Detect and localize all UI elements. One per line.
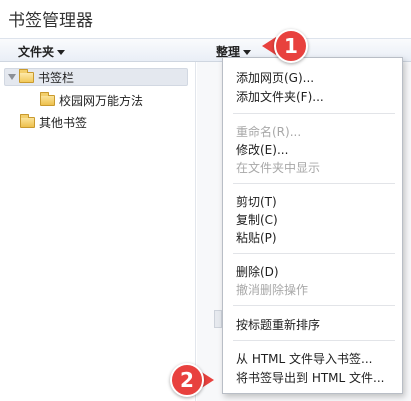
step-badge-2: 2 <box>170 363 204 397</box>
tree-item-other-bookmarks[interactable]: 其他书签 <box>20 113 87 131</box>
menu-item-paste[interactable]: 粘贴(P) <box>236 229 277 246</box>
tree-item-label: 校园网万能方法 <box>59 93 144 108</box>
scrollbar-stub[interactable] <box>214 310 222 328</box>
menu-item-undo-delete[interactable]: 撤消删除操作 <box>236 281 308 298</box>
step-badge-1: 1 <box>274 29 308 63</box>
menu-item-add-folder[interactable]: 添加文件夹(F)... <box>236 88 324 105</box>
folder-tree: 书签栏 校园网万能方法 其他书签 <box>0 62 196 401</box>
menu-divider <box>233 340 395 341</box>
menu-divider <box>233 183 395 184</box>
menu-divider <box>233 305 395 306</box>
menu-divider <box>233 253 395 254</box>
menu-item-import-html[interactable]: 从 HTML 文件导入书签... <box>236 350 372 367</box>
folder-open-icon <box>19 68 34 83</box>
menu-item-sort-by-title[interactable]: 按标题重新排序 <box>236 316 320 333</box>
menu-item-copy[interactable]: 复制(C) <box>236 211 278 228</box>
menu-item-export-html[interactable]: 将书签导出到 HTML 文件... <box>236 369 384 386</box>
tree-item-label: 其他书签 <box>39 115 88 130</box>
expand-arrow-icon[interactable] <box>8 74 16 80</box>
page-title: 书签管理器 <box>8 11 93 31</box>
chevron-down-icon <box>57 50 66 55</box>
chevron-down-icon <box>243 50 252 55</box>
menu-item-add-page[interactable]: 添加网页(G)... <box>236 69 314 86</box>
menu-item-show-in-folder[interactable]: 在文件夹中显示 <box>236 159 320 176</box>
organize-dropdown-menu: 添加网页(G)... 添加文件夹(F)... 重命名(R)... 修改(E)..… <box>222 57 403 394</box>
menu-divider <box>233 113 395 114</box>
menu-item-rename[interactable]: 重命名(R)... <box>236 123 301 140</box>
tree-item-label: 书签栏 <box>38 70 75 85</box>
folders-menu-button[interactable]: 文件夹 <box>18 43 66 60</box>
menu-item-edit[interactable]: 修改(E)... <box>236 141 288 158</box>
folder-icon <box>20 113 35 128</box>
menu-item-delete[interactable]: 删除(D) <box>236 263 279 280</box>
tree-item-campus-network[interactable]: 校园网万能方法 <box>40 91 143 109</box>
menu-item-cut[interactable]: 剪切(T) <box>236 193 277 210</box>
folder-icon <box>40 91 55 106</box>
folders-menu-label: 文件夹 <box>18 45 55 59</box>
tree-item-bookmarks-bar[interactable]: 书签栏 <box>4 68 188 86</box>
